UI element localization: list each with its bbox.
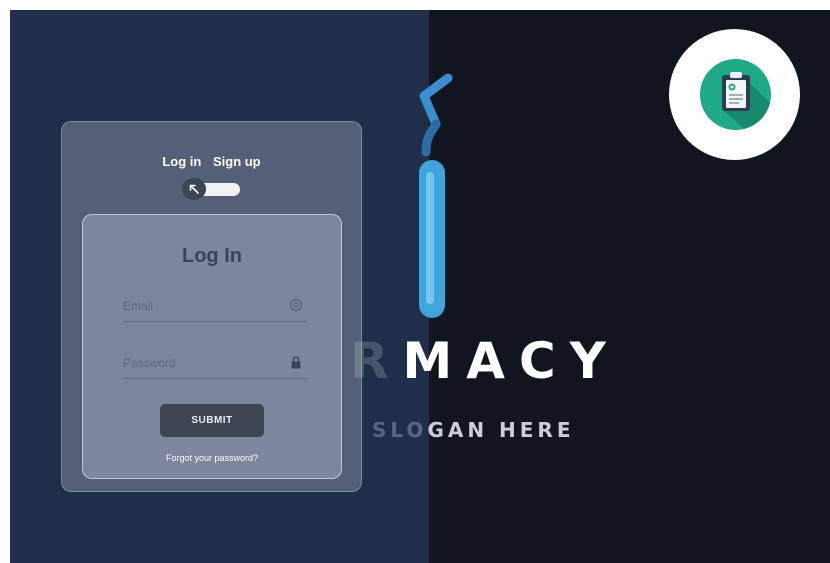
brand-name: RMACY <box>350 332 620 390</box>
logo-green-circle <box>700 59 771 130</box>
login-form: Log In Email Password SUBMIT Forgot your… <box>82 214 342 479</box>
auth-card: Log in Sign up Log In Email Password SUB… <box>61 121 362 492</box>
password-placeholder: Password <box>123 356 176 370</box>
brand-slogan: SLOGAN HERE <box>372 418 575 442</box>
toggle-knob[interactable] <box>182 178 206 200</box>
tab-login[interactable]: Log in <box>162 154 201 169</box>
app-frame: RMACY SLOGAN HERE Log in Sign up Log In … <box>10 10 830 563</box>
arrow-up-left-icon <box>189 184 199 194</box>
auth-mode-toggle[interactable] <box>182 178 243 200</box>
password-field[interactable]: Password <box>123 350 307 379</box>
email-placeholder: Email <box>123 299 154 313</box>
at-sign-icon <box>289 298 303 312</box>
tab-signup[interactable]: Sign up <box>213 154 261 169</box>
test-tube-graphic <box>419 73 453 318</box>
auth-tabs: Log in Sign up <box>62 154 361 169</box>
forgot-password-link[interactable]: Forgot your password? <box>83 453 341 463</box>
login-title: Log In <box>182 245 242 267</box>
submit-button[interactable]: SUBMIT <box>160 404 264 437</box>
email-field[interactable]: Email <box>123 293 307 322</box>
logo-badge <box>669 29 800 160</box>
lock-icon <box>291 356 301 369</box>
clipboard-icon <box>722 72 771 130</box>
